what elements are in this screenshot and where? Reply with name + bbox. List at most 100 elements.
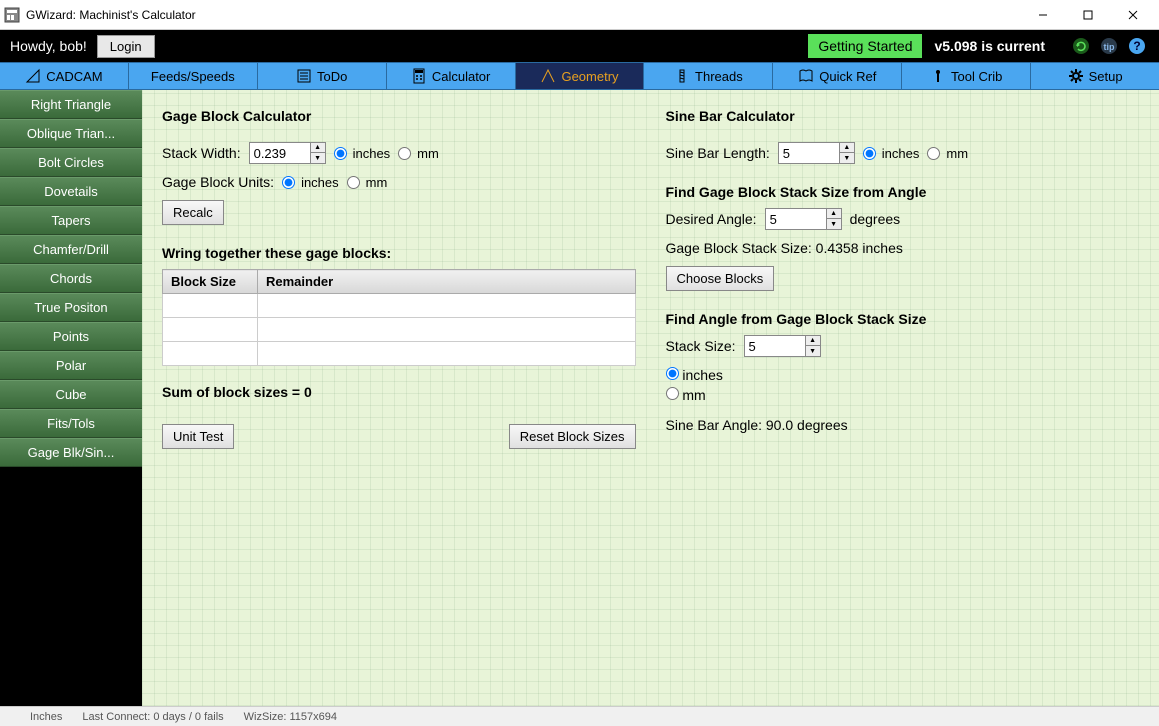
geometry-icon <box>540 68 556 84</box>
stack-size-mm-radio[interactable]: mm <box>666 387 1140 403</box>
cadcam-icon <box>25 68 41 84</box>
tab-threads[interactable]: Threads <box>644 63 773 89</box>
sine-len-spinner[interactable]: ▲▼ <box>778 142 855 164</box>
spinner-up[interactable]: ▲ <box>840 143 854 153</box>
stack-size-inches-radio[interactable]: inches <box>666 367 1140 383</box>
stack-size-spinner[interactable]: ▲▼ <box>744 335 821 357</box>
nav-label: Quick Ref <box>819 69 876 84</box>
nav-label: Geometry <box>561 69 618 84</box>
gear-icon <box>1068 68 1084 84</box>
sidebar-item-chords[interactable]: Chords <box>0 264 142 293</box>
tab-calculator[interactable]: Calculator <box>387 63 516 89</box>
threads-icon <box>674 68 690 84</box>
degrees-label: degrees <box>850 211 901 227</box>
sidebar-item-polar[interactable]: Polar <box>0 351 142 380</box>
nav-label: Feeds/Speeds <box>151 69 235 84</box>
desired-angle-spinner[interactable]: ▲▼ <box>765 208 842 230</box>
tab-geometry[interactable]: Geometry <box>516 63 645 89</box>
stack-width-inches-radio[interactable]: inches <box>334 146 391 161</box>
minimize-button[interactable] <box>1020 0 1065 30</box>
stack-width-label: Stack Width: <box>162 145 241 161</box>
tab-tool-crib[interactable]: Tool Crib <box>902 63 1031 89</box>
sine-len-mm-radio[interactable]: mm <box>927 146 968 161</box>
svg-text:?: ? <box>1133 39 1140 53</box>
find-stack-heading: Find Gage Block Stack Size from Angle <box>666 184 1140 200</box>
tab-cadcam[interactable]: CADCAM <box>0 63 129 89</box>
sidebar-item-oblique-triangle[interactable]: Oblique Trian... <box>0 119 142 148</box>
table-row <box>163 342 636 366</box>
tool-icon <box>930 68 946 84</box>
login-button[interactable]: Login <box>97 35 155 58</box>
table-row <box>163 318 636 342</box>
sine-bar-title: Sine Bar Calculator <box>666 108 1140 124</box>
spinner-down[interactable]: ▼ <box>311 153 325 163</box>
refresh-icon[interactable] <box>1069 34 1093 58</box>
angle-result-text: Sine Bar Angle: 90.0 degrees <box>666 417 848 433</box>
help-icon[interactable]: ? <box>1125 34 1149 58</box>
svg-text:tip: tip <box>1104 42 1115 52</box>
stack-size-label: Stack Size: <box>666 338 736 354</box>
spinner-down[interactable]: ▼ <box>806 346 820 356</box>
window-title: GWizard: Machinist's Calculator <box>26 8 196 22</box>
getting-started-button[interactable]: Getting Started <box>808 34 922 58</box>
greeting-text: Howdy, bob! <box>10 38 87 54</box>
nav-label: ToDo <box>317 69 347 84</box>
spinner-down[interactable]: ▼ <box>840 153 854 163</box>
table-row <box>163 294 636 318</box>
desired-angle-input[interactable] <box>766 209 826 229</box>
tab-todo[interactable]: ToDo <box>258 63 387 89</box>
col-block-size: Block Size <box>163 270 258 294</box>
maximize-button[interactable] <box>1065 0 1110 30</box>
sidebar-item-right-triangle[interactable]: Right Triangle <box>0 90 142 119</box>
gage-units-label: Gage Block Units: <box>162 174 274 190</box>
todo-icon <box>296 68 312 84</box>
gage-block-title: Gage Block Calculator <box>162 108 636 124</box>
sidebar-item-points[interactable]: Points <box>0 322 142 351</box>
tab-setup[interactable]: Setup <box>1031 63 1159 89</box>
sum-text: Sum of block sizes = 0 <box>162 384 636 400</box>
col-remainder: Remainder <box>258 270 636 294</box>
spinner-up[interactable]: ▲ <box>827 209 841 219</box>
tip-icon[interactable]: tip <box>1097 34 1121 58</box>
navbar: CADCAM Feeds/Speeds ToDo Calculator Geom… <box>0 62 1159 90</box>
spinner-down[interactable]: ▼ <box>827 219 841 229</box>
stack-width-spinner[interactable]: ▲▼ <box>249 142 326 164</box>
tab-feeds-speeds[interactable]: Feeds/Speeds <box>129 63 258 89</box>
gage-units-inches-radio[interactable]: inches <box>282 175 339 190</box>
sidebar-item-tapers[interactable]: Tapers <box>0 206 142 235</box>
sidebar-item-chamfer-drill[interactable]: Chamfer/Drill <box>0 235 142 264</box>
reset-block-sizes-button[interactable]: Reset Block Sizes <box>509 424 636 449</box>
recalc-button[interactable]: Recalc <box>162 200 224 225</box>
sidebar: Right Triangle Oblique Trian... Bolt Cir… <box>0 90 142 706</box>
desired-angle-label: Desired Angle: <box>666 211 757 227</box>
nav-label: Setup <box>1089 69 1123 84</box>
spinner-up[interactable]: ▲ <box>806 336 820 346</box>
sidebar-item-gage-block-sine[interactable]: Gage Blk/Sin... <box>0 438 142 467</box>
stack-result-text: Gage Block Stack Size: 0.4358 inches <box>666 240 903 256</box>
version-text: v5.098 is current <box>934 38 1045 54</box>
gage-units-mm-radio[interactable]: mm <box>347 175 388 190</box>
sine-len-input[interactable] <box>779 143 839 163</box>
unit-test-button[interactable]: Unit Test <box>162 424 234 449</box>
status-connect: Last Connect: 0 days / 0 fails <box>82 711 223 723</box>
sidebar-item-bolt-circles[interactable]: Bolt Circles <box>0 148 142 177</box>
sidebar-item-true-position[interactable]: True Positon <box>0 293 142 322</box>
stack-width-input[interactable] <box>250 143 310 163</box>
stack-size-input[interactable] <box>745 336 805 356</box>
status-units: Inches <box>30 711 62 723</box>
tab-quick-ref[interactable]: Quick Ref <box>773 63 902 89</box>
sine-len-inches-radio[interactable]: inches <box>863 146 920 161</box>
close-button[interactable] <box>1110 0 1155 30</box>
titlebar: GWizard: Machinist's Calculator <box>0 0 1159 30</box>
choose-blocks-button[interactable]: Choose Blocks <box>666 266 775 291</box>
spinner-up[interactable]: ▲ <box>311 143 325 153</box>
stack-width-mm-radio[interactable]: mm <box>398 146 439 161</box>
content-area: Gage Block Calculator Stack Width: ▲▼ in… <box>142 90 1159 706</box>
wring-heading: Wring together these gage blocks: <box>162 245 636 261</box>
sidebar-item-cube[interactable]: Cube <box>0 380 142 409</box>
sidebar-item-fits-tols[interactable]: Fits/Tols <box>0 409 142 438</box>
app-icon <box>4 7 20 23</box>
sidebar-item-dovetails[interactable]: Dovetails <box>0 177 142 206</box>
find-angle-heading: Find Angle from Gage Block Stack Size <box>666 311 1140 327</box>
gage-block-table: Block Size Remainder <box>162 269 636 366</box>
